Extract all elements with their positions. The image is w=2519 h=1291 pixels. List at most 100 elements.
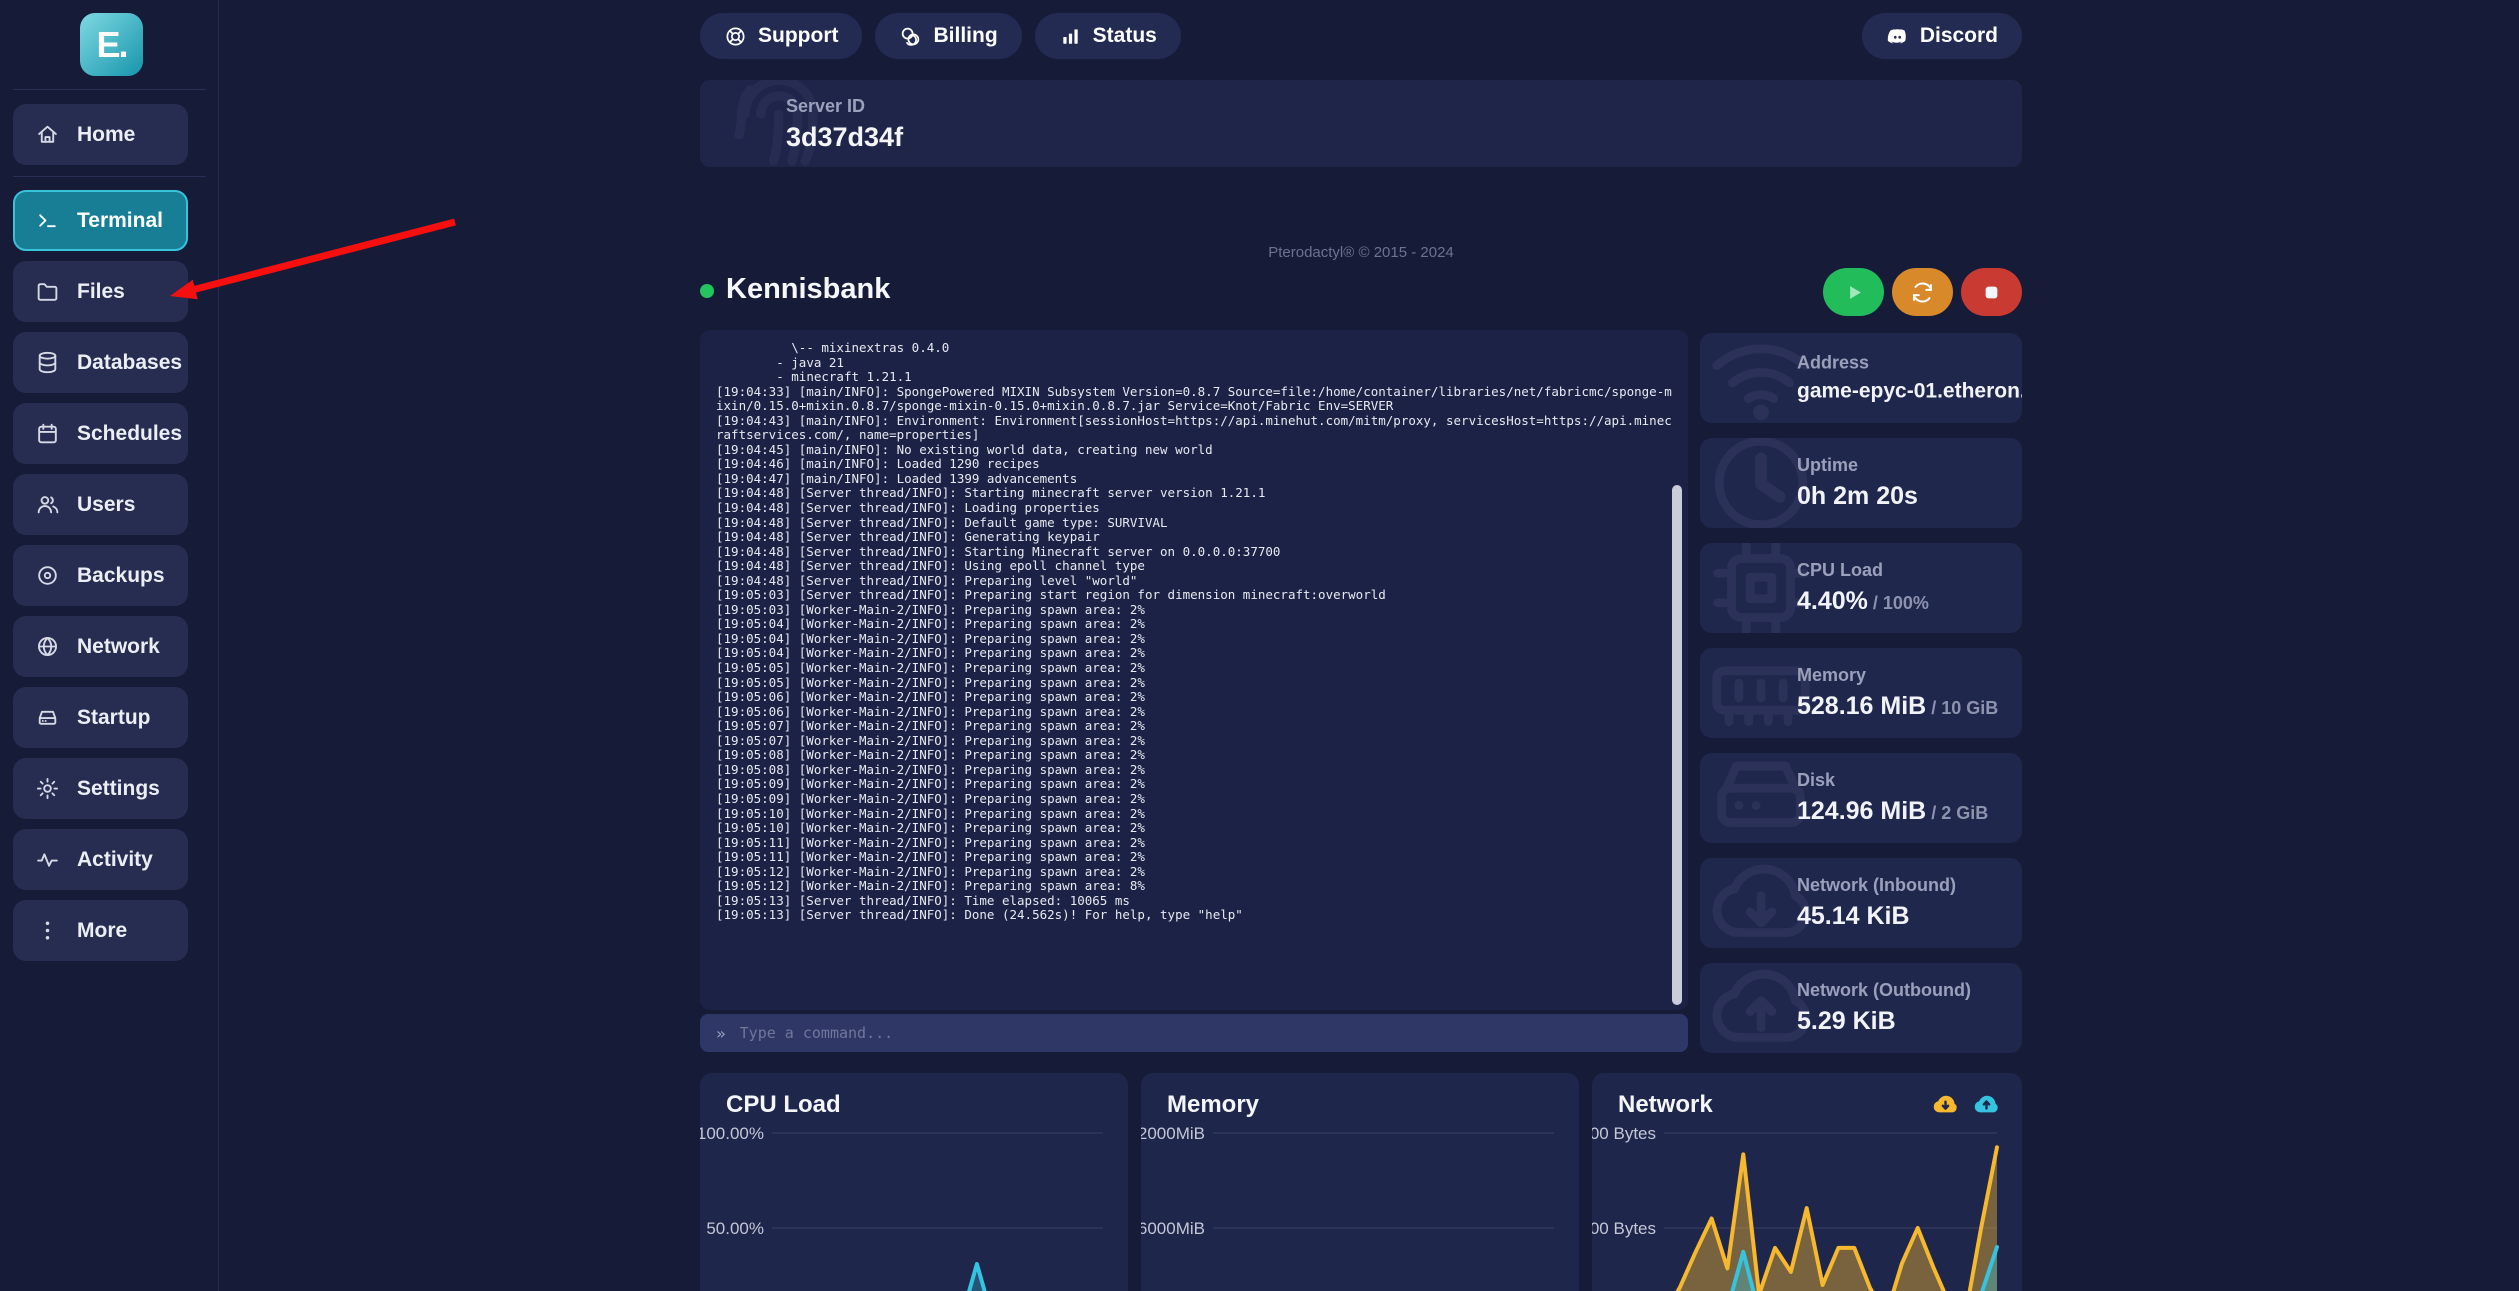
chart-title: CPU Load <box>726 1091 841 1119</box>
sidebar-item-label: Settings <box>77 777 160 801</box>
copyright-text: Pterodactyl® © 2015 - 2024 <box>700 244 2022 261</box>
stat-card-cpu-load: CPU Load4.40% / 100% <box>1700 543 2022 633</box>
console-output[interactable]: \-- mixinextras 0.4.0 - java 21 - minecr… <box>700 330 1688 1010</box>
chart-title: Network <box>1618 1091 1713 1119</box>
sidebar-item-home[interactable]: Home <box>13 104 188 165</box>
stat-suffix: / 100% <box>1868 593 1929 613</box>
app-root: E. Home Terminal Files Databases Schedules U… <box>0 0 2519 1291</box>
sidebar-item-activity[interactable]: Activity <box>13 829 188 890</box>
sidebar-item-databases[interactable]: Databases <box>13 332 188 393</box>
stat-label: Address <box>1797 353 2022 374</box>
stat-label: Memory <box>1797 665 1998 686</box>
stat-value: 124.96 MiB <box>1797 797 1926 825</box>
sidebar-divider <box>13 176 206 177</box>
sidebar-item-network[interactable]: Network <box>13 616 188 677</box>
sidebar-item-startup[interactable]: Startup <box>13 687 188 748</box>
globe-icon <box>35 634 60 659</box>
calendar-icon <box>35 421 60 446</box>
stat-card-memory: Memory 528.16 MiB / 10 GiB <box>1700 648 2022 738</box>
terminal-icon <box>35 208 60 233</box>
database-icon <box>35 350 60 375</box>
stat-label: Uptime <box>1797 455 1918 476</box>
stat-label: Network (Outbound) <box>1797 980 1971 1001</box>
console-scrollbar[interactable] <box>1672 485 1682 1005</box>
sidebar-nav-main: Terminal Files Databases Schedules Users Back… <box>13 190 206 961</box>
home-icon <box>35 122 60 147</box>
restart-icon <box>1909 279 1936 306</box>
dots-vertical-icon <box>35 918 60 943</box>
billing-button[interactable]: Billing <box>875 13 1021 59</box>
sidebar-item-more[interactable]: More <box>13 900 188 961</box>
sidebar-nav-top: Home <box>13 104 206 165</box>
discord-button[interactable]: Discord <box>1862 13 2022 59</box>
app-logo[interactable]: E. <box>80 13 143 76</box>
sidebar-item-backups[interactable]: Backups <box>13 545 188 606</box>
svg-text:100.00%: 100.00% <box>700 1124 764 1143</box>
pulse-icon <box>35 847 60 872</box>
sidebar-item-label: Backups <box>77 564 165 588</box>
stat-value: game-epyc-01.etheron.eu:37700 <box>1797 380 2022 403</box>
console-log-text: \-- mixinextras 0.4.0 - java 21 - minecr… <box>700 330 1688 934</box>
coins-icon <box>899 25 922 48</box>
sidebar-item-files[interactable]: Files <box>13 261 188 322</box>
stat-label: CPU Load <box>1797 560 1929 581</box>
support-button[interactable]: Support <box>700 13 862 59</box>
sidebar-item-label: More <box>77 919 127 943</box>
stop-icon <box>1978 279 2005 306</box>
server-id-banner: Server ID 3d37d34f <box>700 80 2022 167</box>
svg-text:12000MiB: 12000MiB <box>1141 1124 1205 1143</box>
sidebar-item-terminal[interactable]: Terminal <box>13 190 188 251</box>
start-button[interactable] <box>1823 268 1884 316</box>
play-icon <box>1840 279 1867 306</box>
billing-label: Billing <box>933 24 997 48</box>
sidebar-item-schedules[interactable]: Schedules <box>13 403 188 464</box>
sidebar-item-users[interactable]: Users <box>13 474 188 535</box>
stat-value: 0h 2m 20s <box>1797 482 1918 510</box>
svg-text:6000MiB: 6000MiB <box>1141 1219 1205 1238</box>
status-button[interactable]: Status <box>1035 13 1181 59</box>
sidebar-item-label: Startup <box>77 706 151 730</box>
stat-suffix: / 10 GiB <box>1926 698 1998 718</box>
server-icon <box>35 705 60 730</box>
lifebuoy-icon <box>724 25 747 48</box>
stat-value: 528.16 MiB <box>1797 692 1926 720</box>
restart-button[interactable] <box>1892 268 1953 316</box>
sidebar-item-label: Home <box>77 123 135 147</box>
stat-value: 45.14 KiB <box>1797 902 1910 930</box>
stat-value: 5.29 KiB <box>1797 1007 1896 1035</box>
chart-title: Memory <box>1167 1091 1259 1119</box>
topbar: Support Billing Status Discord <box>700 13 2022 60</box>
sidebar-item-label: Activity <box>77 848 153 872</box>
folder-icon <box>35 279 60 304</box>
chart-card-network: 800 Bytes 400 Bytes Network <box>1592 1073 2022 1291</box>
stat-label: Network (Inbound) <box>1797 875 1956 896</box>
svg-text:50.00%: 50.00% <box>706 1219 764 1238</box>
server-name: Kennisbank <box>726 273 890 306</box>
svg-text:400 Bytes: 400 Bytes <box>1592 1219 1656 1238</box>
cloud-up-icon <box>1973 1091 2000 1118</box>
sidebar-item-label: Files <box>77 280 125 304</box>
stat-card-uptime: Uptime 0h 2m 20s <box>1700 438 2022 528</box>
stat-card-address: Address game-epyc-01.etheron.eu:37700 <box>1700 333 2022 423</box>
server-id-label: Server ID <box>786 96 903 117</box>
backup-icon <box>35 563 60 588</box>
discord-label: Discord <box>1920 24 1998 48</box>
sidebar-item-label: Schedules <box>77 422 182 446</box>
command-input[interactable] <box>738 1023 1672 1043</box>
app-logo-text: E. <box>96 24 126 66</box>
status-label: Status <box>1093 24 1157 48</box>
status-dot <box>700 284 714 298</box>
stop-button[interactable] <box>1961 268 2022 316</box>
sidebar-item-label: Terminal <box>77 209 163 233</box>
chart-card-memory: 12000MiB 6000MiB Memory <box>1141 1073 1579 1291</box>
stat-label: Disk <box>1797 770 1988 791</box>
power-actions <box>1823 268 2022 316</box>
support-label: Support <box>758 24 838 48</box>
users-icon <box>35 492 60 517</box>
discord-icon <box>1886 25 1909 48</box>
svg-text:800 Bytes: 800 Bytes <box>1592 1124 1656 1143</box>
stat-card-network-outbound: Network (Outbound) 5.29 KiB <box>1700 963 2022 1053</box>
chevrons-right-icon: » <box>716 1024 726 1043</box>
chart-legend <box>1932 1091 2000 1118</box>
sidebar-item-settings[interactable]: Settings <box>13 758 188 819</box>
